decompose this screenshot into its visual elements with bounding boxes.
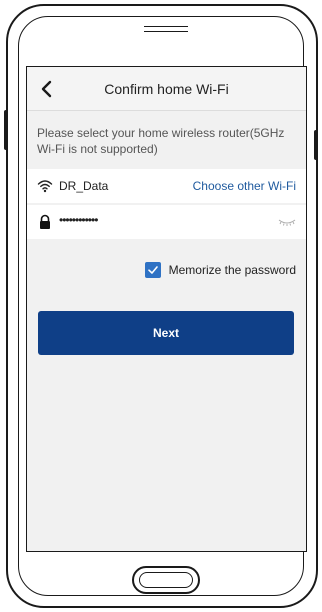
app-bar: Confirm home Wi-Fi [27, 67, 306, 111]
app-screen: Confirm home Wi-Fi Please select your ho… [26, 66, 307, 552]
wifi-row: DR_Data Choose other Wi-Fi [27, 169, 306, 203]
memorize-checkbox[interactable] [144, 262, 161, 278]
next-button[interactable]: Next [38, 311, 294, 355]
memorize-password-option[interactable]: Memorize the password [144, 261, 296, 279]
wifi-ssid: DR_Data [59, 179, 109, 193]
password-field[interactable]: •••••••••••• [59, 213, 98, 227]
check-icon [147, 266, 158, 274]
volume-button [4, 110, 8, 150]
lock-icon [40, 214, 50, 229]
eye-closed-icon[interactable] [278, 217, 296, 227]
page-title: Confirm home Wi-Fi [104, 81, 229, 97]
wifi-icon [37, 180, 53, 193]
choose-other-wifi-link[interactable]: Choose other Wi-Fi [193, 179, 296, 193]
power-button [314, 130, 318, 160]
home-button [132, 566, 200, 594]
instruction-text: Please select your home wireless router(… [37, 126, 285, 156]
phone-speaker [144, 26, 188, 32]
password-row[interactable]: •••••••••••• [27, 205, 306, 239]
memorize-label: Memorize the password [168, 263, 296, 277]
